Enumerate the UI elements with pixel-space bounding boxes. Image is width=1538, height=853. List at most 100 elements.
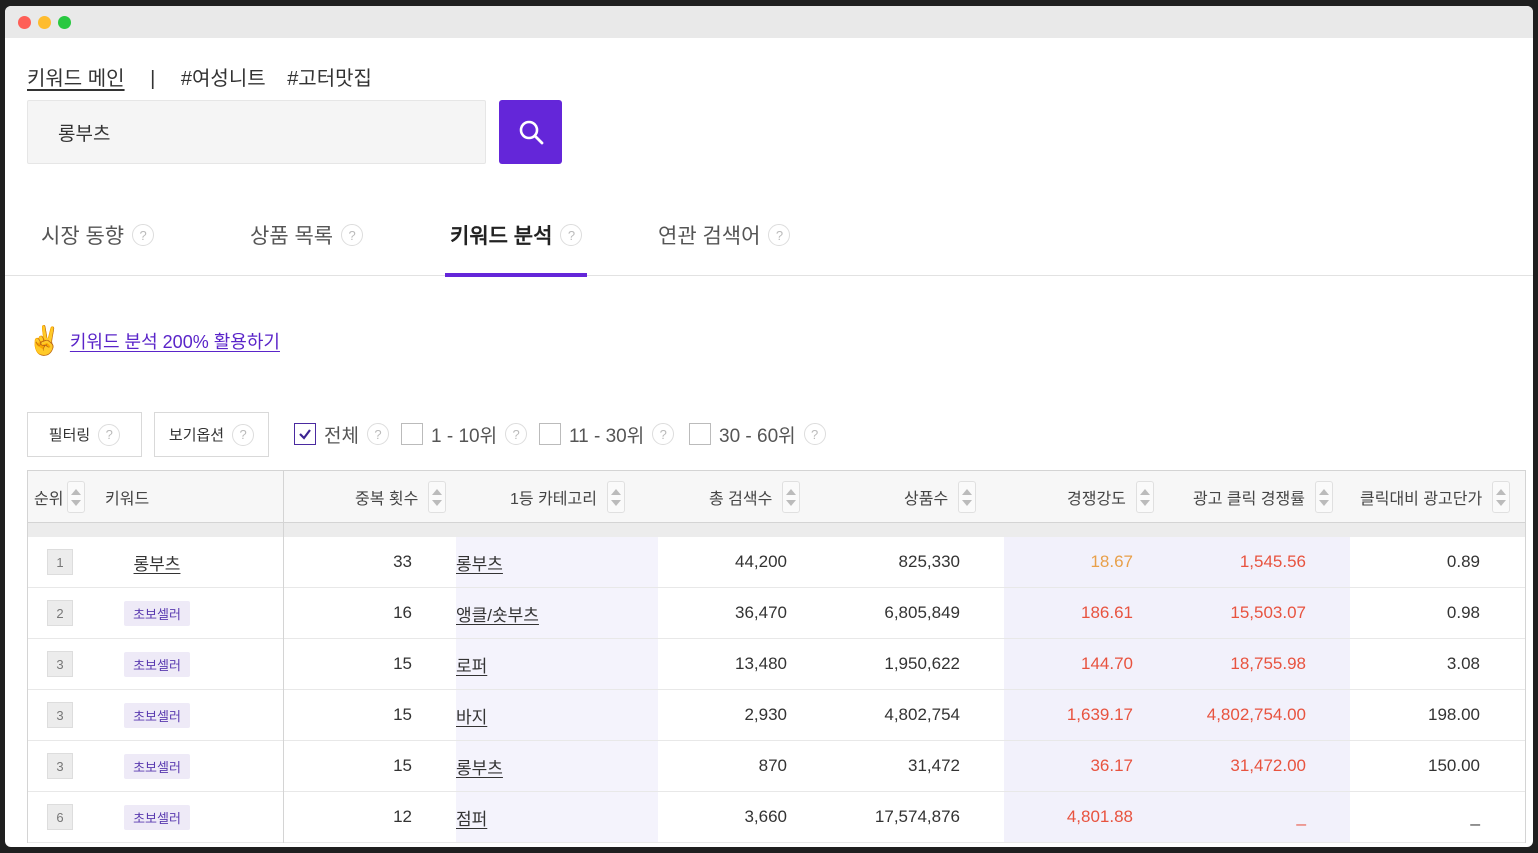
- beginner-seller-badge[interactable]: 초보셀러: [124, 702, 190, 728]
- minimize-window-button[interactable]: [38, 16, 51, 29]
- question-icon[interactable]: ?: [652, 423, 675, 445]
- header-spacer: [28, 523, 1525, 537]
- sort-icon[interactable]: [1492, 481, 1511, 513]
- category-link[interactable]: 바지: [456, 703, 487, 728]
- category-link[interactable]: 롱부츠: [456, 754, 503, 779]
- table-row[interactable]: 1 롱부츠 33 롱부츠 44,200 825,330 18.67 1,545.56 0.89: [28, 537, 1525, 588]
- total-searches-cell: 44,200: [735, 552, 787, 571]
- competition-cell: 144.70: [1081, 654, 1133, 673]
- checkbox-icon[interactable]: [539, 423, 561, 445]
- guide-banner: ✌️ 키워드 분석 200% 활용하기: [27, 324, 280, 357]
- column-top-category[interactable]: 1등 카테고리: [510, 471, 625, 523]
- sort-icon[interactable]: [1135, 481, 1154, 513]
- column-competition[interactable]: 경쟁강도: [1067, 471, 1154, 523]
- filter-rank-11-30-checkbox[interactable]: 11 - 30위 ?: [539, 418, 675, 450]
- category-link[interactable]: 앵클/숏부츠: [456, 601, 539, 626]
- column-label: 상품수: [904, 491, 949, 508]
- question-icon[interactable]: ?: [366, 423, 389, 445]
- column-ad-click-rate[interactable]: 광고 클릭 경쟁률: [1193, 471, 1333, 523]
- question-icon[interactable]: ?: [132, 224, 155, 246]
- beginner-seller-badge[interactable]: 초보셀러: [124, 600, 190, 626]
- sort-icon[interactable]: [782, 481, 801, 513]
- keyword-cell: 초보셀러: [92, 690, 222, 740]
- rank-badge: 6: [47, 804, 73, 830]
- view-options-button[interactable]: 보기옵션 ?: [154, 412, 269, 457]
- tab-label: 키워드 분석: [450, 225, 553, 248]
- question-icon[interactable]: ?: [803, 423, 826, 445]
- table-row[interactable]: 3 초보셀러 15 롱부츠 870 31,472 36.17 31,472.00 150.00: [28, 741, 1525, 792]
- search-button[interactable]: [499, 100, 562, 164]
- guide-link[interactable]: 키워드 분석 200% 활용하기: [70, 328, 280, 354]
- tab-related-search[interactable]: 연관 검색어 ?: [658, 194, 791, 276]
- column-divider: [283, 471, 284, 843]
- tab-keyword-analysis[interactable]: 키워드 분석 ?: [444, 194, 588, 277]
- competition-cell: 18.67: [1090, 552, 1133, 571]
- ad-click-rate-cell: 18,755.98: [1230, 654, 1306, 673]
- total-searches-cell: 13,480: [735, 654, 787, 673]
- filter-rank-30-60-checkbox[interactable]: 30 - 60위 ?: [689, 418, 826, 450]
- tag-link[interactable]: #고터맛집: [287, 68, 372, 90]
- total-searches-cell: 36,470: [735, 603, 787, 622]
- victory-hand-icon: ✌️: [27, 325, 62, 356]
- search-input[interactable]: 롱부츠: [27, 100, 486, 164]
- question-icon[interactable]: ?: [98, 423, 121, 446]
- sort-icon[interactable]: [958, 481, 977, 513]
- title-bar: [5, 6, 1533, 38]
- product-count-cell: 1,950,622: [884, 654, 960, 673]
- keyword-link[interactable]: 롱부츠: [134, 550, 181, 575]
- column-ad-price[interactable]: 클릭대비 광고단가: [1360, 471, 1511, 523]
- question-icon[interactable]: ?: [232, 423, 255, 446]
- keyword-cell: 롱부츠: [92, 537, 222, 587]
- tag-link[interactable]: #여성니트: [181, 68, 266, 90]
- checkbox-label: 1 - 10위: [431, 425, 498, 447]
- top-category-cell: 점퍼: [456, 792, 656, 842]
- tab-product-list[interactable]: 상품 목록 ?: [250, 194, 364, 276]
- category-link[interactable]: 롱부츠: [456, 550, 503, 575]
- keyword-main-link[interactable]: 키워드 메인: [27, 68, 125, 90]
- category-link[interactable]: 점퍼: [456, 805, 487, 830]
- ad-price-cell: _: [1470, 807, 1480, 826]
- sort-icon[interactable]: [428, 481, 447, 513]
- sort-icon[interactable]: [606, 481, 625, 513]
- tab-label: 연관 검색어: [658, 225, 761, 248]
- checkbox-icon[interactable]: [401, 423, 423, 445]
- question-icon[interactable]: ?: [768, 224, 791, 246]
- table-row[interactable]: 6 초보셀러 12 점퍼 3,660 17,574,876 4,801.88 _ _: [28, 792, 1525, 843]
- column-dup-count[interactable]: 중복 횟수: [355, 471, 447, 523]
- ad-click-rate-cell: 1,545.56: [1239, 552, 1306, 571]
- checkbox-checked-icon[interactable]: [294, 423, 316, 445]
- table-row[interactable]: 2 초보셀러 16 앵클/숏부츠 36,470 6,805,849 186.61 15,503…: [28, 588, 1525, 639]
- table-row[interactable]: 3 초보셀러 15 로퍼 13,480 1,950,622 144.70 18,755.98 3…: [28, 639, 1525, 690]
- tab-market-trend[interactable]: 시장 동향 ?: [41, 194, 155, 276]
- tab-label: 상품 목록: [250, 225, 334, 248]
- checkbox-icon[interactable]: [689, 423, 711, 445]
- sort-icon[interactable]: [1314, 481, 1333, 513]
- column-rank[interactable]: 순위: [34, 471, 86, 523]
- filter-rank-1-10-checkbox[interactable]: 1 - 10위 ?: [401, 418, 528, 450]
- top-category-cell: 바지: [456, 690, 656, 740]
- close-window-button[interactable]: [18, 16, 31, 29]
- question-icon[interactable]: ?: [505, 423, 528, 445]
- competition-cell: 36.17: [1090, 756, 1133, 775]
- beginner-seller-badge[interactable]: 초보셀러: [124, 804, 190, 830]
- category-link[interactable]: 로퍼: [456, 652, 487, 677]
- total-searches-cell: 3,660: [744, 807, 787, 826]
- table-row[interactable]: 3 초보셀러 15 바지 2,930 4,802,754 1,639.17 4,802,754…: [28, 690, 1525, 741]
- question-icon[interactable]: ?: [560, 224, 583, 246]
- beginner-seller-badge[interactable]: 초보셀러: [124, 651, 190, 677]
- keyword-cell: 초보셀러: [92, 741, 222, 791]
- sort-icon[interactable]: [67, 481, 86, 513]
- ad-click-rate-cell: 31,472.00: [1230, 756, 1306, 775]
- table-body: 1 롱부츠 33 롱부츠 44,200 825,330 18.67 1,545.56 0.89 2…: [28, 537, 1525, 843]
- total-searches-cell: 2,930: [744, 705, 787, 724]
- beginner-seller-badge[interactable]: 초보셀러: [124, 753, 190, 779]
- maximize-window-button[interactable]: [58, 16, 71, 29]
- column-total-searches[interactable]: 총 검색수: [709, 471, 801, 523]
- filter-button[interactable]: 필터링 ?: [27, 412, 142, 457]
- total-searches-cell: 870: [758, 756, 787, 775]
- column-product-count[interactable]: 상품수: [904, 471, 977, 523]
- rank-badge: 3: [47, 753, 73, 779]
- view-options-label: 보기옵션: [168, 427, 225, 444]
- filter-all-checkbox[interactable]: 전체 ?: [294, 418, 389, 450]
- question-icon[interactable]: ?: [341, 224, 364, 246]
